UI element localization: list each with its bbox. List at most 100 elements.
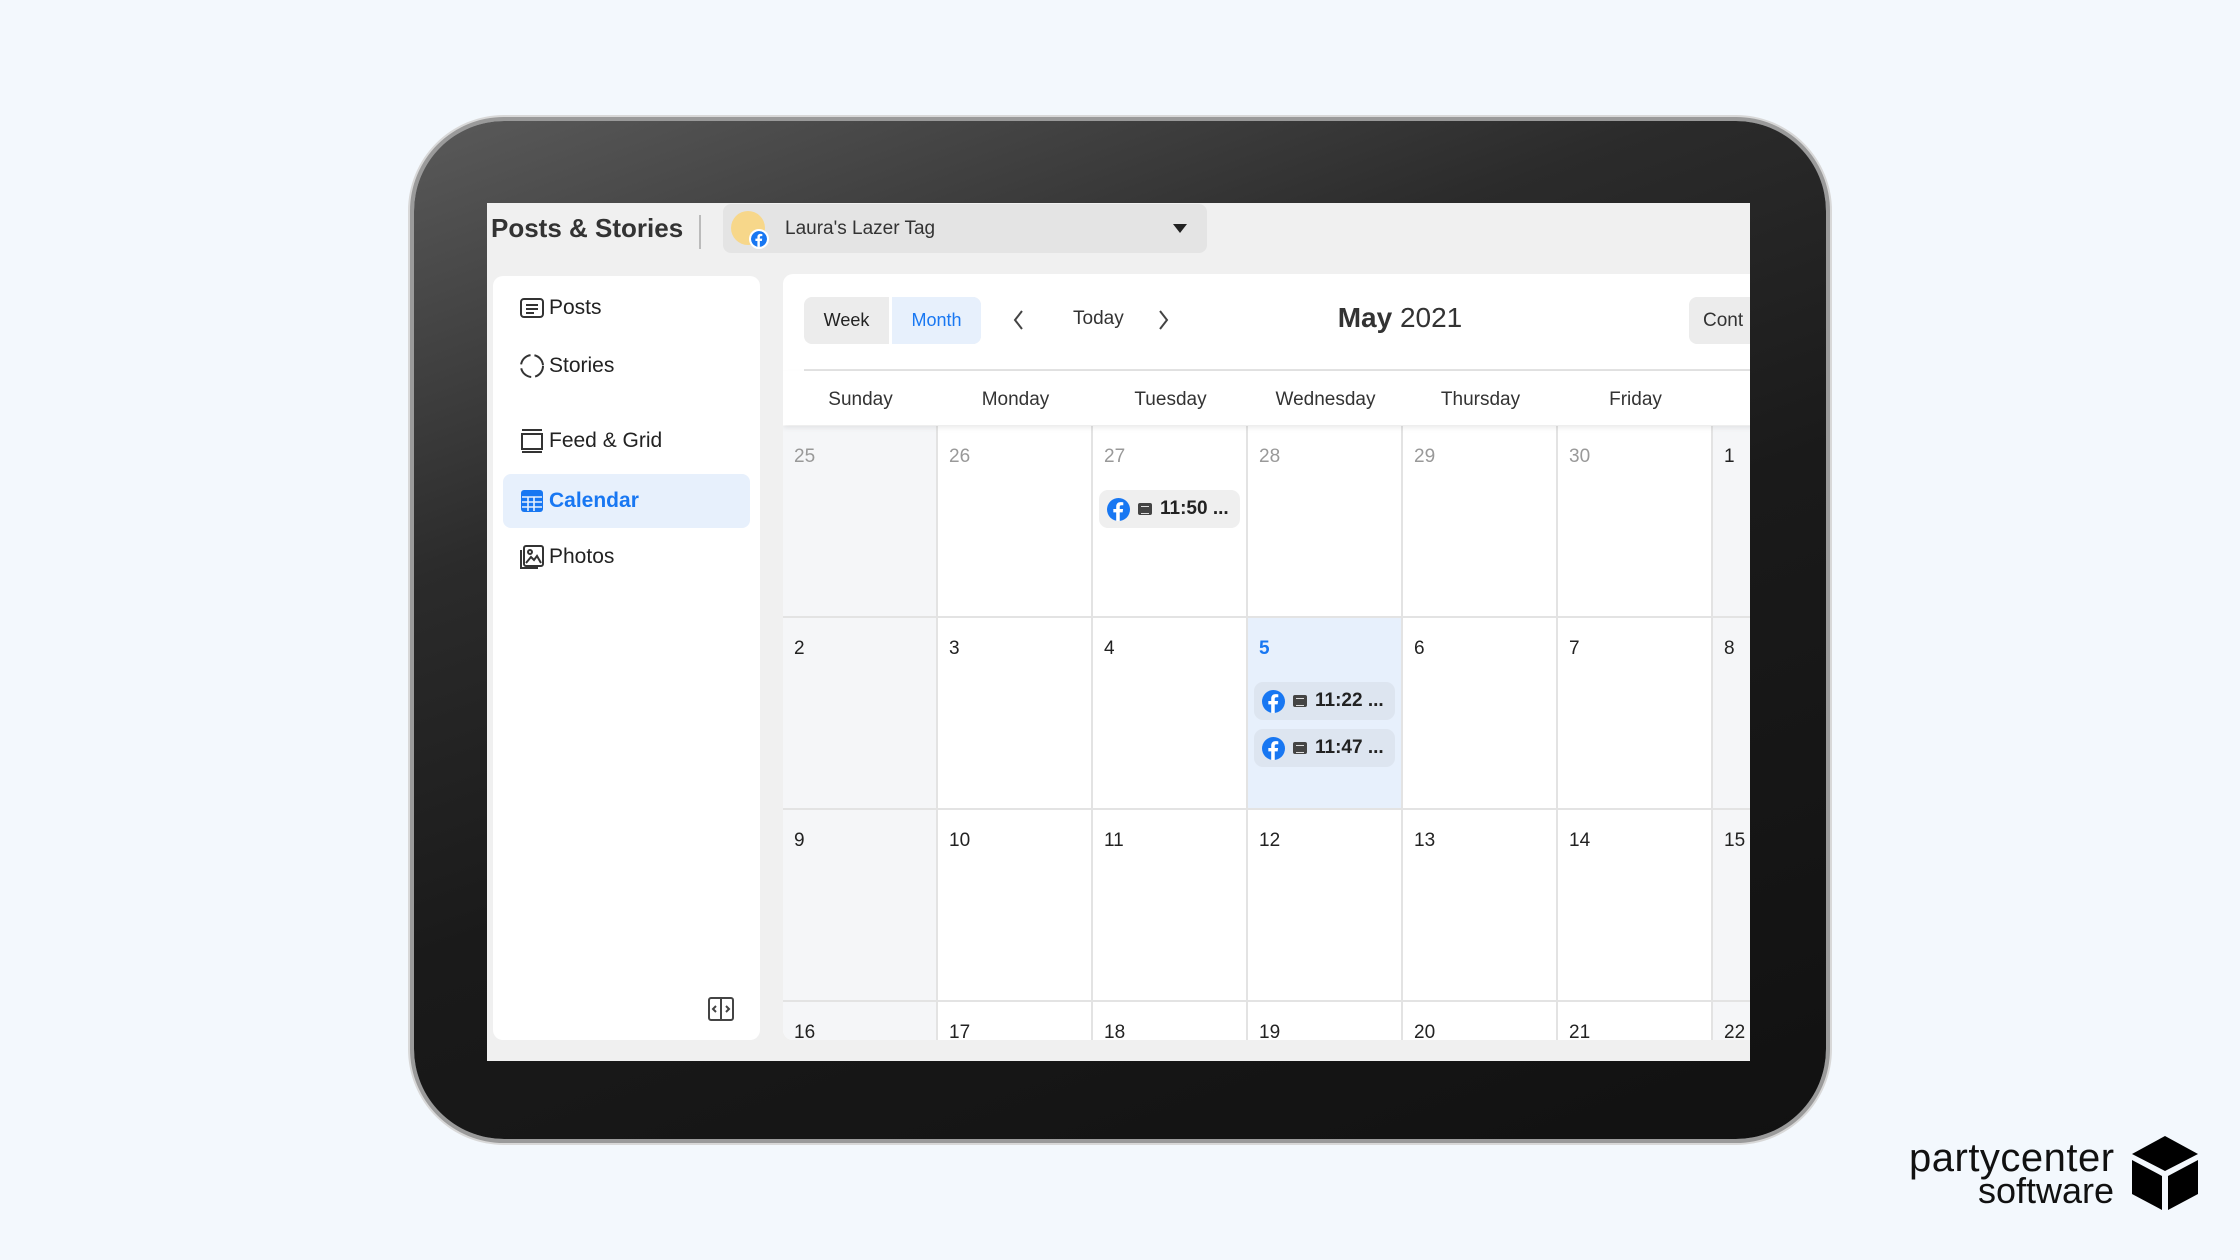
day-cell[interactable]: 1 [1713,426,1750,618]
month-label: May [1337,302,1393,333]
day-cell[interactable]: 14 [1558,810,1713,1002]
photos-icon [520,545,544,569]
cont-button[interactable]: Cont [1689,297,1750,344]
day-cell[interactable]: 22 [1713,1002,1750,1040]
partycenter-logo: partycenter software [1908,1134,2208,1214]
day-cell[interactable]: 13 [1403,810,1558,1002]
day-cell[interactable]: 3 [938,618,1093,810]
sidebar-item-label: Photos [549,545,615,568]
stories-icon [520,354,544,378]
day-number: 22 [1724,1022,1746,1040]
day-number: 18 [1104,1022,1126,1040]
post-time: 11:50 ... [1160,498,1229,519]
app-screen: Posts & Stories Laura's Lazer Tag Posts … [487,203,1750,1061]
day-number: 9 [794,830,805,851]
logo-text-line2: software [1978,1170,2115,1211]
weekday-thursday: Thursday [1440,389,1521,410]
day-number: 20 [1414,1022,1436,1040]
facebook-icon [1107,497,1130,521]
day-number: 17 [949,1022,971,1040]
day-cell[interactable]: 12 [1248,810,1403,1002]
day-cell[interactable]: 30 [1558,426,1713,618]
day-number: 4 [1104,638,1115,659]
day-cell[interactable]: 18 [1093,1002,1248,1040]
post-time: 11:47 ... [1315,737,1384,758]
sidebar: Posts Stories Feed & Grid Calendar Photo… [493,276,760,1040]
sidebar-item-posts[interactable]: Posts [503,281,677,335]
day-cell[interactable]: 26 [938,426,1093,618]
day-number: 10 [949,830,971,851]
calendar-panel: Week Month Today May 2021 Cont Sunday Mon… [783,274,1750,1040]
collapse-sidebar-icon[interactable] [707,996,735,1022]
day-number: 28 [1259,446,1281,467]
avatar [731,211,769,249]
week-view-button[interactable]: Week [804,297,892,344]
day-cell[interactable]: 28 [1248,426,1403,618]
today-button[interactable]: Today [1073,308,1124,330]
sidebar-item-label: Posts [549,296,602,319]
weekday-friday: Friday [1609,389,1662,410]
calendar-icon [521,490,543,512]
day-cell[interactable]: 11 [1093,810,1248,1002]
page-name: Laura's Lazer Tag [785,218,936,239]
sidebar-item-stories[interactable]: Stories [503,339,677,393]
posts-icon [520,298,544,318]
day-number: 27 [1104,446,1126,467]
month-view-button[interactable]: Month [892,297,981,344]
post-icon [1138,503,1152,515]
day-number: 30 [1569,446,1591,467]
weekday-header: Sunday Monday Tuesday Wednesday Thursday Frid… [783,371,1750,425]
sidebar-item-feed-grid[interactable]: Feed & Grid [503,414,677,468]
page-title: Posts & Stories [491,213,684,243]
day-number: 25 [794,446,816,467]
post-icon [1293,742,1307,754]
day-number: 29 [1414,446,1436,467]
day-number: 2 [794,638,805,659]
chevron-left-icon[interactable] [1009,306,1029,334]
post-icon [1293,695,1307,707]
chevron-right-icon[interactable] [1153,306,1173,334]
scheduled-post-chip[interactable]: 11:22 ... [1254,682,1395,720]
day-cell[interactable]: 25 [783,426,938,618]
page-selector-dropdown[interactable]: Laura's Lazer Tag [723,204,1207,253]
day-number: 6 [1414,638,1425,659]
sidebar-item-calendar[interactable]: Calendar [503,474,750,528]
day-cell[interactable]: 16 [783,1002,938,1040]
scheduled-post-chip[interactable]: 11:47 ... [1254,729,1395,767]
sidebar-item-label: Calendar [549,489,639,512]
sidebar-item-label: Stories [549,354,615,377]
feed-grid-icon [521,429,543,453]
day-number: 13 [1414,830,1436,851]
day-number: 3 [949,638,960,659]
day-number: 8 [1724,638,1735,659]
day-cell[interactable]: 9 [783,810,938,1002]
weekday-wednesday: Wednesday [1275,389,1376,410]
view-toggle: Week Month [804,297,981,344]
weekday-tuesday: Tuesday [1134,389,1207,410]
day-cell[interactable]: 27 11:50 ... [1093,426,1248,618]
day-cell[interactable]: 4 [1093,618,1248,810]
day-cell[interactable]: 5 11:22 ... 11:47 ... [1248,618,1403,810]
day-cell[interactable]: 2 [783,618,938,810]
day-cell[interactable]: 10 [938,810,1093,1002]
day-cell[interactable]: 7 [1558,618,1713,810]
day-number: 21 [1569,1022,1591,1040]
divider [699,215,701,249]
day-cell[interactable]: 29 [1403,426,1558,618]
weekday-saturday: Saturday [1713,389,1750,411]
day-number: 19 [1259,1022,1281,1040]
day-cell[interactable]: 20 [1403,1002,1558,1040]
day-number: 14 [1569,830,1591,851]
day-cell[interactable]: 17 [938,1002,1093,1040]
day-cell[interactable]: 19 [1248,1002,1403,1040]
day-number: 16 [794,1022,816,1040]
day-cell[interactable]: 8 [1713,618,1750,810]
caret-down-icon [1173,224,1187,233]
day-cell[interactable]: 15 [1713,810,1750,1002]
day-cell[interactable]: 21 [1558,1002,1713,1040]
sidebar-item-photos[interactable]: Photos [503,530,677,584]
day-cell[interactable]: 6 [1403,618,1558,810]
facebook-icon [749,229,769,249]
facebook-icon [1262,689,1285,713]
scheduled-post-chip[interactable]: 11:50 ... [1099,490,1240,528]
